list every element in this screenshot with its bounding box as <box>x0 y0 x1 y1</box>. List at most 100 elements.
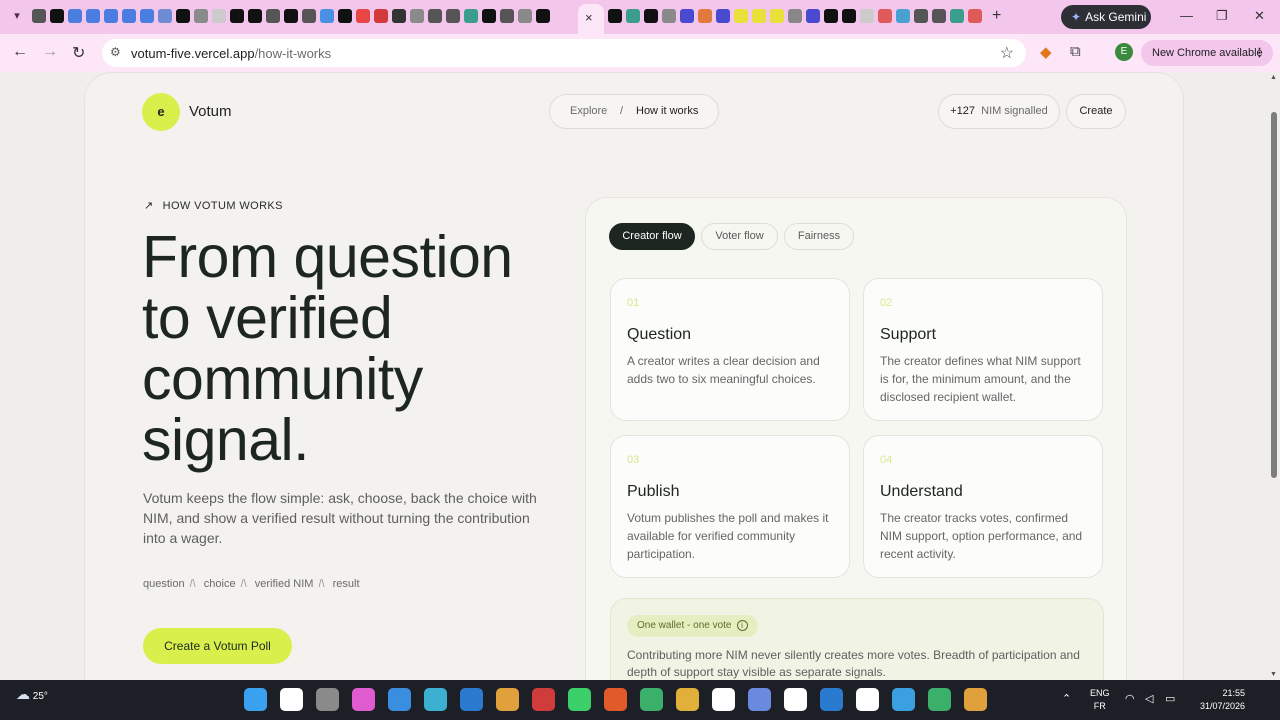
tab-favicons-right[interactable] <box>608 9 982 25</box>
taskbar-app-icon-5[interactable] <box>424 688 447 711</box>
tab-favicon-16[interactable] <box>320 9 334 23</box>
tab-favicon-right-15[interactable] <box>878 9 892 23</box>
tab-favicon-5[interactable] <box>122 9 136 23</box>
tab-favicon-right-6[interactable] <box>716 9 730 23</box>
taskbar-app-icon-16[interactable] <box>820 688 843 711</box>
tab-favicon-right-5[interactable] <box>698 9 712 23</box>
scroll-up-icon[interactable]: ▲ <box>1270 74 1277 81</box>
forward-icon[interactable]: → <box>42 43 58 61</box>
scrollbar[interactable]: ▲ ▼ <box>1268 72 1280 680</box>
tab-creator-flow[interactable]: Creator flow <box>609 223 695 250</box>
tab-favicons-left[interactable] <box>32 9 550 25</box>
tab-favicon-1[interactable] <box>50 9 64 23</box>
tab-favicon-19[interactable] <box>374 9 388 23</box>
tab-favicon-right-19[interactable] <box>950 9 964 23</box>
breadcrumb-explore[interactable]: Explore <box>570 95 607 128</box>
tab-favicon-26[interactable] <box>500 9 514 23</box>
tab-favicon-11[interactable] <box>230 9 244 23</box>
ask-gemini-button[interactable]: ✦ Ask Gemini <box>1061 5 1151 29</box>
tab-favicon-right-4[interactable] <box>680 9 694 23</box>
tab-favicon-right-8[interactable] <box>752 9 766 23</box>
brand-name[interactable]: Votum <box>189 103 232 120</box>
taskbar-app-icon-20[interactable] <box>964 688 987 711</box>
minimize-icon[interactable]: — <box>1180 8 1193 23</box>
url-text[interactable]: votum-five.vercel.app/how-it-works <box>131 46 331 61</box>
votum-logo[interactable]: e <box>142 93 180 131</box>
tab-favicon-right-12[interactable] <box>824 9 838 23</box>
bookmark-star-icon[interactable]: ☆ <box>1000 43 1014 63</box>
tab-favicon-right-14[interactable] <box>860 9 874 23</box>
taskbar-app-icon-11[interactable] <box>640 688 663 711</box>
taskbar-app-icon-10[interactable] <box>604 688 627 711</box>
taskbar-app-icon-0[interactable] <box>244 688 267 711</box>
taskbar-app-icon-17[interactable] <box>856 688 879 711</box>
taskbar-app-icon-12[interactable] <box>676 688 699 711</box>
extensions-icon[interactable]: ⧉ <box>1070 43 1081 60</box>
tab-fairness[interactable]: Fairness <box>784 223 854 250</box>
tab-favicon-right-11[interactable] <box>806 9 820 23</box>
tab-favicon-7[interactable] <box>158 9 172 23</box>
tab-favicon-9[interactable] <box>194 9 208 23</box>
tab-favicon-3[interactable] <box>86 9 100 23</box>
create-button[interactable]: Create <box>1066 94 1126 129</box>
taskbar-app-icon-15[interactable] <box>784 688 807 711</box>
create-poll-button[interactable]: Create a Votum Poll <box>143 628 292 664</box>
back-icon[interactable]: ← <box>12 43 28 61</box>
tab-favicon-right-7[interactable] <box>734 9 748 23</box>
taskbar-app-icon-6[interactable] <box>460 688 483 711</box>
taskbar-apps[interactable] <box>244 688 987 711</box>
tab-favicon-28[interactable] <box>536 9 550 23</box>
taskbar-app-icon-19[interactable] <box>928 688 951 711</box>
taskbar-app-icon-2[interactable] <box>316 688 339 711</box>
tab-favicon-24[interactable] <box>464 9 478 23</box>
volume-icon[interactable]: ◁ <box>1145 692 1153 705</box>
site-info-icon[interactable]: ⚙ <box>110 45 121 59</box>
restore-icon[interactable]: ❐ <box>1216 8 1228 24</box>
taskbar-app-icon-9[interactable] <box>568 688 591 711</box>
taskbar-app-icon-8[interactable] <box>532 688 555 711</box>
tab-favicon-4[interactable] <box>104 9 118 23</box>
tab-favicon-23[interactable] <box>446 9 460 23</box>
weather-widget[interactable]: ☁ 25° <box>16 686 48 703</box>
language-indicator[interactable]: ENG FR <box>1090 687 1110 713</box>
tab-favicon-25[interactable] <box>482 9 496 23</box>
close-tab-icon[interactable]: × <box>585 10 593 25</box>
tab-search-icon[interactable]: ▾ <box>8 7 26 25</box>
tab-favicon-14[interactable] <box>284 9 298 23</box>
tab-favicon-right-16[interactable] <box>896 9 910 23</box>
active-tab[interactable]: × <box>578 4 604 34</box>
nim-signalled-badge[interactable]: +127 NIM signalled <box>938 94 1060 129</box>
taskbar-app-icon-14[interactable] <box>748 688 771 711</box>
tab-favicon-right-13[interactable] <box>842 9 856 23</box>
tab-voter-flow[interactable]: Voter flow <box>701 223 778 250</box>
scrollbar-thumb[interactable] <box>1271 112 1277 478</box>
tab-favicon-right-20[interactable] <box>968 9 982 23</box>
system-clock[interactable]: 21:55 31/07/2026 <box>1190 687 1245 713</box>
tab-favicon-0[interactable] <box>32 9 46 23</box>
tab-favicon-right-17[interactable] <box>914 9 928 23</box>
tray-chevron-icon[interactable]: ⌃ <box>1062 692 1071 705</box>
tab-favicon-right-10[interactable] <box>788 9 802 23</box>
tab-favicon-right-0[interactable] <box>608 9 622 23</box>
taskbar-app-icon-1[interactable] <box>280 688 303 711</box>
tab-favicon-right-1[interactable] <box>626 9 640 23</box>
tab-favicon-right-18[interactable] <box>932 9 946 23</box>
tab-favicon-17[interactable] <box>338 9 352 23</box>
reload-icon[interactable]: ↻ <box>72 43 85 63</box>
tab-favicon-20[interactable] <box>392 9 406 23</box>
tab-favicon-15[interactable] <box>302 9 316 23</box>
taskbar-app-icon-3[interactable] <box>352 688 375 711</box>
new-tab-button[interactable]: + <box>992 7 1001 25</box>
wifi-icon[interactable]: ◠ <box>1125 692 1135 705</box>
tab-favicon-21[interactable] <box>410 9 424 23</box>
tab-favicon-27[interactable] <box>518 9 532 23</box>
taskbar-app-icon-7[interactable] <box>496 688 519 711</box>
tab-favicon-12[interactable] <box>248 9 262 23</box>
profile-avatar[interactable]: E <box>1115 43 1133 61</box>
metamask-extension-icon[interactable]: ◆ <box>1040 43 1052 61</box>
menu-dots-icon[interactable]: ⋮ <box>1254 40 1265 66</box>
tab-favicon-2[interactable] <box>68 9 82 23</box>
tab-favicon-13[interactable] <box>266 9 280 23</box>
address-bar[interactable]: ⚙ votum-five.vercel.app/how-it-works ☆ <box>102 39 1026 67</box>
tab-favicon-right-3[interactable] <box>662 9 676 23</box>
